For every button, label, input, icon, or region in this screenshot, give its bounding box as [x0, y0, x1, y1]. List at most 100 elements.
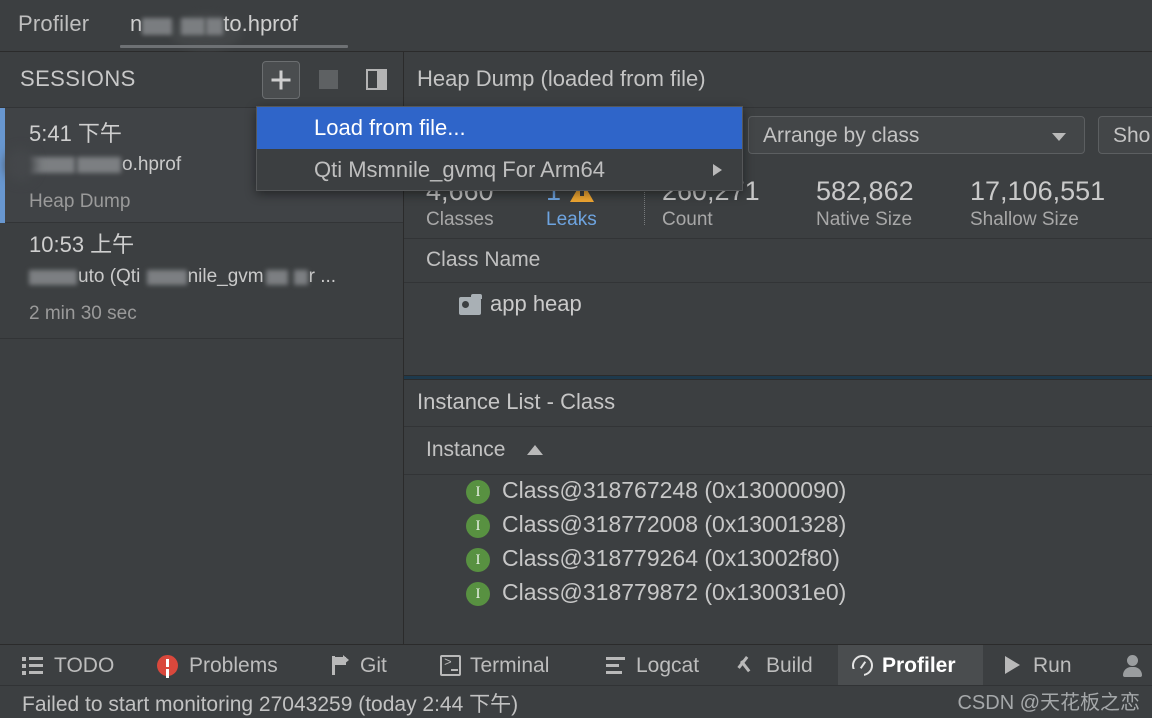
instance-row[interactable]: I Class@318767248 (0x13000090) — [404, 475, 1152, 509]
session-device-pre: uto (Qti — [78, 266, 146, 287]
toolwindow-profiler[interactable]: Profiler — [838, 645, 983, 685]
instance-list-header: Instance List - Class — [404, 380, 1152, 427]
stat-leaks-label: Leaks — [546, 209, 597, 230]
stat-shallow-size: 17,106,551 Shallow Size — [970, 175, 1105, 233]
split-panel-icon — [366, 69, 387, 90]
instance-row-label: Class@318772008 (0x13001328) — [502, 511, 847, 537]
heap-folder-icon — [459, 294, 482, 315]
redaction-block — [142, 17, 173, 35]
session-list-item[interactable]: 10:53 上午 uto (Qti nile_gvm r ... 2 min 30… — [0, 223, 403, 339]
session-selected-indicator — [0, 108, 5, 223]
todo-list-icon — [22, 655, 43, 676]
session-filename-suffix: o.hprof — [122, 154, 182, 175]
instance-list-title: Instance List - Class — [417, 389, 616, 414]
toolwindow-profile-user[interactable] — [1118, 645, 1148, 685]
session-device-label: uto (Qti nile_gvm r ... — [29, 266, 336, 288]
show-button-label: Sho — [1113, 124, 1151, 147]
submenu-arrow-icon — [713, 164, 722, 176]
session-timestamp: 5:41 下午 — [29, 121, 122, 146]
profiler-window: Profiler n to.hprof SESSIONS 5:41 下午 o.h… — [0, 0, 1152, 716]
redaction-block — [77, 157, 121, 173]
toolwindow-todo-label: TODO — [54, 654, 115, 677]
document-tab-label: n to.hprof — [130, 11, 298, 37]
instance-row[interactable]: I Class@318772008 (0x13001328) — [404, 509, 1152, 543]
toolwindow-problems-label: Problems — [189, 654, 278, 677]
menu-item-device-label: Qti Msmnile_gvmq For Arm64 — [314, 157, 605, 182]
redaction-block — [146, 270, 187, 285]
arrange-by-select[interactable]: Arrange by class — [748, 116, 1085, 154]
session-device-post: r ... — [308, 266, 337, 287]
person-icon — [1122, 655, 1143, 677]
class-row-label: app heap — [490, 291, 582, 316]
profiler-gauge-icon — [852, 655, 873, 681]
stat-shallow-size-value: 17,106,551 — [970, 176, 1106, 206]
toolwindow-logcat-label: Logcat — [636, 654, 700, 677]
redaction-block — [181, 17, 206, 35]
redaction-block — [206, 17, 224, 35]
stop-session-button[interactable] — [310, 61, 348, 99]
instance-icon: I — [466, 480, 490, 504]
toggle-sessions-panel-button[interactable] — [358, 61, 396, 99]
menu-item-device[interactable]: Qti Msmnile_gvmq For Arm64 — [257, 149, 742, 191]
toolwindow-git-label: Git — [360, 654, 387, 677]
toolwindow-problems[interactable]: Problems — [147, 645, 307, 685]
instance-row[interactable]: I Class@318779264 (0x13002f80) — [404, 543, 1152, 577]
menu-item-load-from-file-label: Load from file... — [314, 115, 466, 140]
add-session-popup-menu: Load from file... Qti Msmnile_gvmq For A… — [256, 106, 743, 191]
class-table-row[interactable]: app heap — [404, 283, 1152, 336]
sort-ascending-icon — [527, 445, 543, 455]
instance-row-label: Class@318767248 (0x13000090) — [502, 477, 847, 503]
run-play-icon — [1005, 656, 1020, 674]
instance-row-label: Class@318779872 (0x130031e0) — [502, 579, 847, 605]
stat-shallow-size-label: Shallow Size — [970, 209, 1079, 230]
titlebar: Profiler n to.hprof — [0, 0, 1152, 52]
show-button[interactable]: Sho — [1098, 116, 1152, 154]
stat-native-size: 582,862 Native Size — [816, 175, 914, 233]
stat-native-size-value: 582,862 — [816, 176, 914, 206]
status-message: Failed to start monitoring 27043259 (tod… — [22, 693, 519, 716]
watermark: CSDN @天花板之恋 — [957, 692, 1140, 714]
toolwindow-run[interactable]: Run — [995, 645, 1095, 685]
redaction-block — [29, 270, 77, 285]
sessions-header: SESSIONS — [0, 52, 403, 108]
git-branch-icon — [330, 655, 351, 676]
toolwindow-git[interactable]: Git — [322, 645, 412, 685]
stat-classes-label: Classes — [426, 209, 494, 230]
stat-native-size-label: Native Size — [816, 209, 913, 230]
toolwindow-todo[interactable]: TODO — [12, 645, 132, 685]
content-header: Heap Dump (loaded from file) — [404, 52, 1152, 108]
session-duration: 2 min 30 sec — [29, 303, 137, 324]
instance-row[interactable]: I Class@318779872 (0x130031e0) — [404, 577, 1152, 611]
session-timestamp: 10:53 上午 — [29, 232, 135, 257]
menu-item-load-from-file[interactable]: Load from file... — [257, 107, 742, 149]
toolwindow-terminal[interactable]: Terminal — [432, 645, 592, 685]
toolwindow-terminal-label: Terminal — [470, 654, 550, 677]
session-blur-artifact — [6, 148, 36, 182]
problems-error-icon — [157, 655, 178, 676]
toolwindow-build[interactable]: Build — [728, 645, 838, 685]
sessions-title: SESSIONS — [20, 66, 136, 91]
instance-column-label: Instance — [426, 438, 506, 461]
statusbar: Failed to start monitoring 27043259 (tod… — [0, 685, 1152, 716]
build-hammer-icon — [736, 655, 757, 676]
content-title: Heap Dump (loaded from file) — [417, 66, 706, 91]
stat-count-label: Count — [662, 209, 713, 230]
arrange-by-select-value: Arrange by class — [763, 124, 920, 147]
toolwindow-bar: TODO Problems Git Terminal Logcat — [0, 644, 1152, 685]
instance-row-label: Class@318779264 (0x13002f80) — [502, 545, 840, 571]
add-session-button[interactable] — [262, 61, 300, 99]
class-table-header[interactable]: Class Name — [404, 239, 1152, 283]
terminal-icon — [440, 655, 461, 676]
document-tab[interactable]: n to.hprof — [120, 0, 348, 51]
toolwindow-run-label: Run — [1033, 654, 1072, 677]
document-tab-prefix: n — [130, 11, 143, 36]
toolwindow-logcat[interactable]: Logcat — [598, 645, 738, 685]
document-tab-underline — [120, 45, 348, 48]
stop-square-icon — [319, 70, 338, 89]
app-title: Profiler — [18, 11, 90, 36]
document-tab-suffix: to.hprof — [223, 11, 298, 36]
session-filename: o.hprof — [29, 154, 181, 176]
instance-column-header[interactable]: Instance — [404, 427, 1152, 475]
redaction-block — [265, 270, 288, 285]
session-type: Heap Dump — [29, 191, 131, 212]
